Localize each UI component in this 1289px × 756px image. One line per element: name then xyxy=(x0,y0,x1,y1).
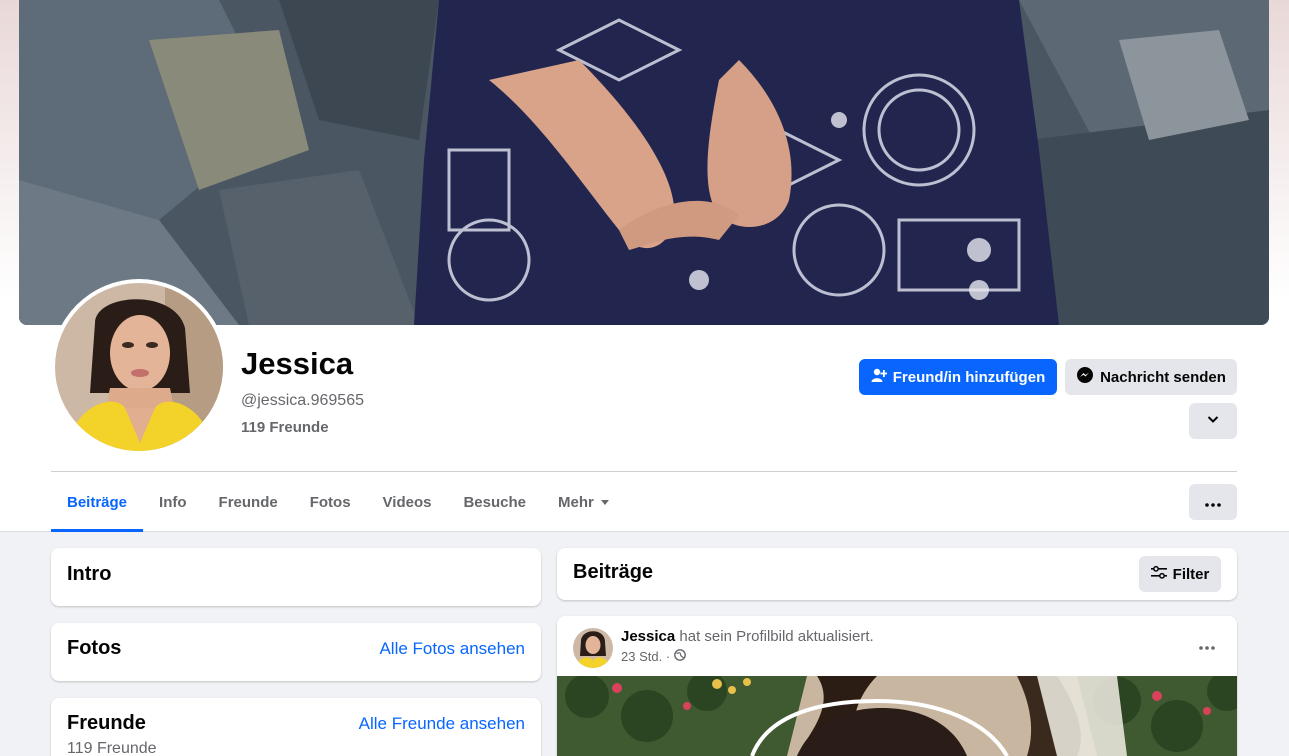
add-friend-button[interactable]: Freund/in hinzufügen xyxy=(859,359,1057,395)
filter-sliders-icon xyxy=(1150,565,1167,583)
photos-card: Fotos Alle Fotos ansehen xyxy=(51,623,541,681)
profile-tabs: Beiträge Info Freunde Fotos Videos Besuc… xyxy=(51,472,626,532)
more-dots-icon xyxy=(1199,637,1215,655)
filter-button[interactable]: Filter xyxy=(1139,556,1221,592)
profile-options-dropdown[interactable] xyxy=(1189,403,1237,439)
friends-card: Freunde Alle Freunde ansehen 119 Freunde xyxy=(51,698,541,756)
profile-avatar[interactable] xyxy=(51,279,227,455)
tab-beitraege[interactable]: Beiträge xyxy=(51,472,144,532)
caret-down-icon xyxy=(600,494,610,511)
add-friend-label: Freund/in hinzufügen xyxy=(892,368,1046,386)
posts-title: Beiträge xyxy=(573,561,654,583)
post-author-name[interactable]: Jessica xyxy=(621,628,675,645)
send-message-label: Nachricht senden xyxy=(1100,368,1226,386)
post-action-text: hat sein Profilbild aktualisiert. xyxy=(679,628,874,645)
post-image[interactable] xyxy=(557,676,1237,756)
profile-handle: @jessica.969565 xyxy=(241,392,364,409)
post-time[interactable]: 23 Std. · xyxy=(621,649,670,664)
send-message-button[interactable]: Nachricht senden xyxy=(1065,359,1237,395)
photos-title: Fotos xyxy=(67,637,122,659)
post-card: Jessica hat sein Profilbild aktualisiert… xyxy=(557,616,1237,756)
person-add-icon xyxy=(871,367,888,387)
post-headline: Jessica hat sein Profilbild aktualisiert… xyxy=(621,628,874,645)
profile-header: Jessica @jessica.969565 119 Freunde Freu… xyxy=(0,0,1289,532)
chevron-down-icon xyxy=(1206,412,1220,430)
profile-name: Jessica xyxy=(241,346,354,381)
filter-label: Filter xyxy=(1172,565,1210,583)
all-friends-link[interactable]: Alle Freunde ansehen xyxy=(359,714,525,734)
tab-videos[interactable]: Videos xyxy=(367,472,448,532)
globe-icon xyxy=(674,649,687,664)
profile-friends-count[interactable]: 119 Freunde xyxy=(241,419,329,436)
all-photos-link[interactable]: Alle Fotos ansehen xyxy=(379,639,525,659)
tab-freunde[interactable]: Freunde xyxy=(203,472,294,532)
more-dots-icon xyxy=(1205,494,1221,511)
tab-mehr[interactable]: Mehr xyxy=(542,472,626,532)
cover-photo[interactable] xyxy=(19,0,1269,325)
post-meta: 23 Std. · xyxy=(621,649,687,664)
posts-header-card: Beiträge Filter xyxy=(557,548,1237,600)
tab-info[interactable]: Info xyxy=(143,472,203,532)
post-author-avatar[interactable] xyxy=(573,628,613,668)
messenger-icon xyxy=(1076,366,1094,388)
friends-card-count: 119 Freunde xyxy=(67,740,157,756)
intro-card: Intro xyxy=(51,548,541,606)
more-options-button[interactable] xyxy=(1189,484,1237,520)
tab-besuche[interactable]: Besuche xyxy=(447,472,542,532)
post-more-button[interactable] xyxy=(1189,628,1225,664)
friends-title: Freunde xyxy=(67,712,146,734)
intro-title: Intro xyxy=(67,563,112,585)
tab-fotos[interactable]: Fotos xyxy=(294,472,367,532)
